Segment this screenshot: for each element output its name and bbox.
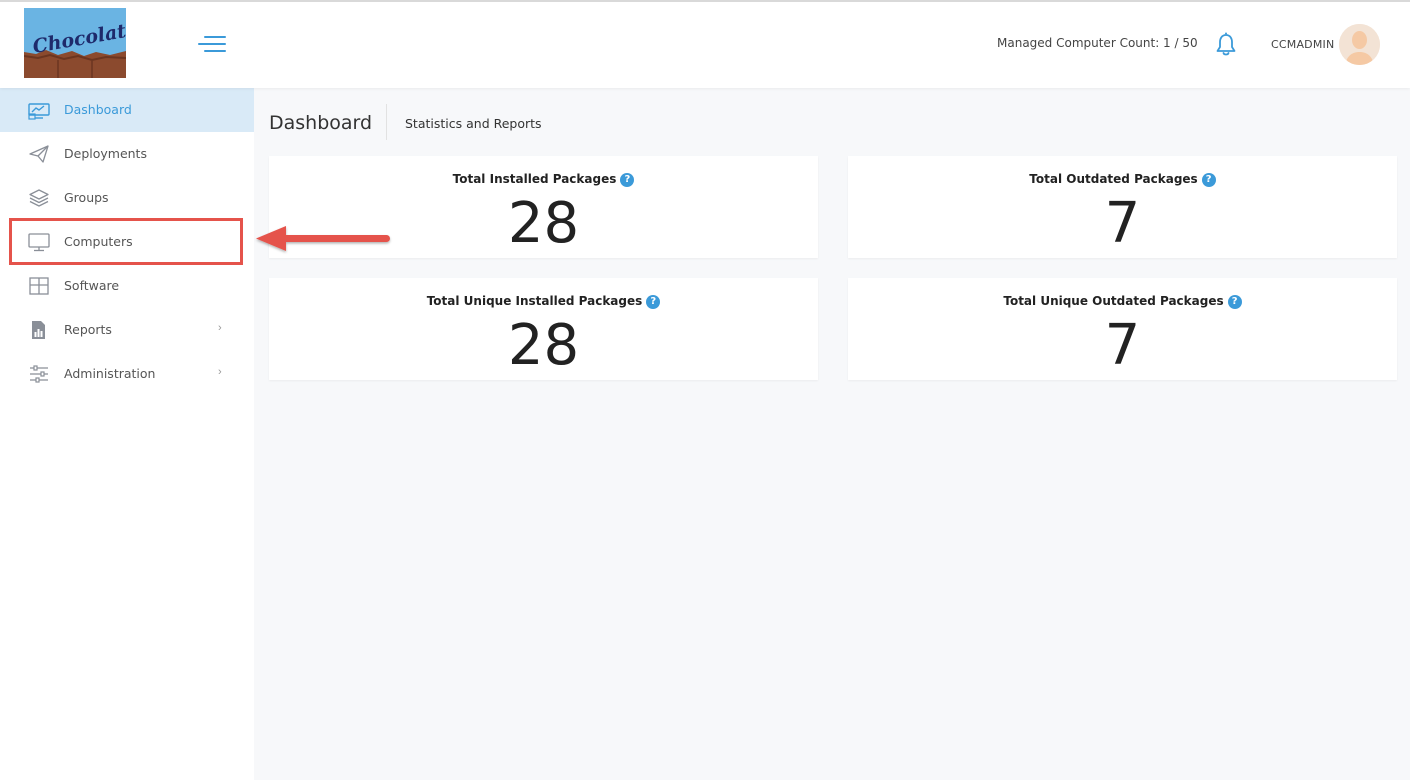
help-icon[interactable]: ? (1201, 173, 1216, 187)
title-divider (386, 104, 387, 140)
help-icon[interactable]: ? (1227, 295, 1242, 309)
sidebar-item-computers[interactable]: Computers (0, 220, 254, 264)
monitor-icon (28, 232, 50, 252)
sidebar-item-label: Dashboard (64, 102, 132, 117)
sidebar-item-administration[interactable]: Administration › (0, 352, 254, 396)
sidebar-item-label: Groups (64, 190, 109, 205)
sidebar-item-label: Software (64, 278, 120, 293)
chocolatey-logo[interactable]: Chocolatey (24, 8, 126, 78)
page-subtitle: Statistics and Reports (405, 116, 542, 131)
sidebar-item-dashboard[interactable]: Dashboard (0, 88, 254, 132)
dashboard-icon (28, 100, 50, 120)
card-title: Total Installed Packages (452, 172, 617, 186)
main-content: Dashboard Statistics and Reports Total I… (254, 88, 1410, 780)
bell-icon[interactable] (1214, 32, 1238, 58)
stat-card-unique-outdated: Total Unique Outdated Packages? 7 (848, 278, 1397, 380)
page-title: Dashboard (269, 112, 373, 134)
sidebar-item-reports[interactable]: Reports › (0, 308, 254, 352)
chevron-right-icon: › (218, 322, 222, 334)
sidebar-item-label: Deployments (64, 146, 147, 161)
card-title: Total Outdated Packages (1029, 172, 1198, 186)
avatar[interactable] (1339, 24, 1380, 65)
top-bar: Chocolatey Managed Computer Count: 1 / 5… (0, 0, 1410, 88)
managed-computer-count: Managed Computer Count: 1 / 50 (997, 36, 1198, 50)
sidebar-item-software[interactable]: Software (0, 264, 254, 308)
help-icon[interactable]: ? (620, 173, 635, 187)
annotation-arrow-icon (256, 226, 390, 251)
sidebar-item-label: Administration (64, 366, 156, 381)
help-icon[interactable]: ? (646, 295, 661, 309)
card-title: Total Unique Installed Packages (426, 294, 643, 308)
username-label[interactable]: CCMADMIN (1271, 38, 1334, 51)
layers-icon (28, 188, 50, 208)
paper-plane-icon (28, 144, 50, 164)
report-icon (28, 320, 50, 340)
card-title: Total Unique Outdated Packages (1003, 294, 1224, 308)
stat-card-total-outdated: Total Outdated Packages? 7 (848, 156, 1397, 258)
card-value: 7 (1104, 191, 1141, 256)
sidebar-item-deployments[interactable]: Deployments (0, 132, 254, 176)
card-value: 28 (507, 313, 580, 378)
sliders-icon (28, 364, 50, 384)
chevron-right-icon: › (218, 366, 222, 378)
card-value: 7 (1104, 313, 1141, 378)
sidebar-item-label: Computers (64, 234, 133, 249)
menu-toggle-icon[interactable] (196, 34, 226, 56)
sidebar-item-label: Reports (64, 322, 112, 337)
grid-icon (28, 276, 50, 296)
sidebar: Dashboard Deployments Groups Computers S… (0, 88, 254, 780)
sidebar-item-groups[interactable]: Groups (0, 176, 254, 220)
stat-card-unique-installed: Total Unique Installed Packages? 28 (269, 278, 818, 380)
